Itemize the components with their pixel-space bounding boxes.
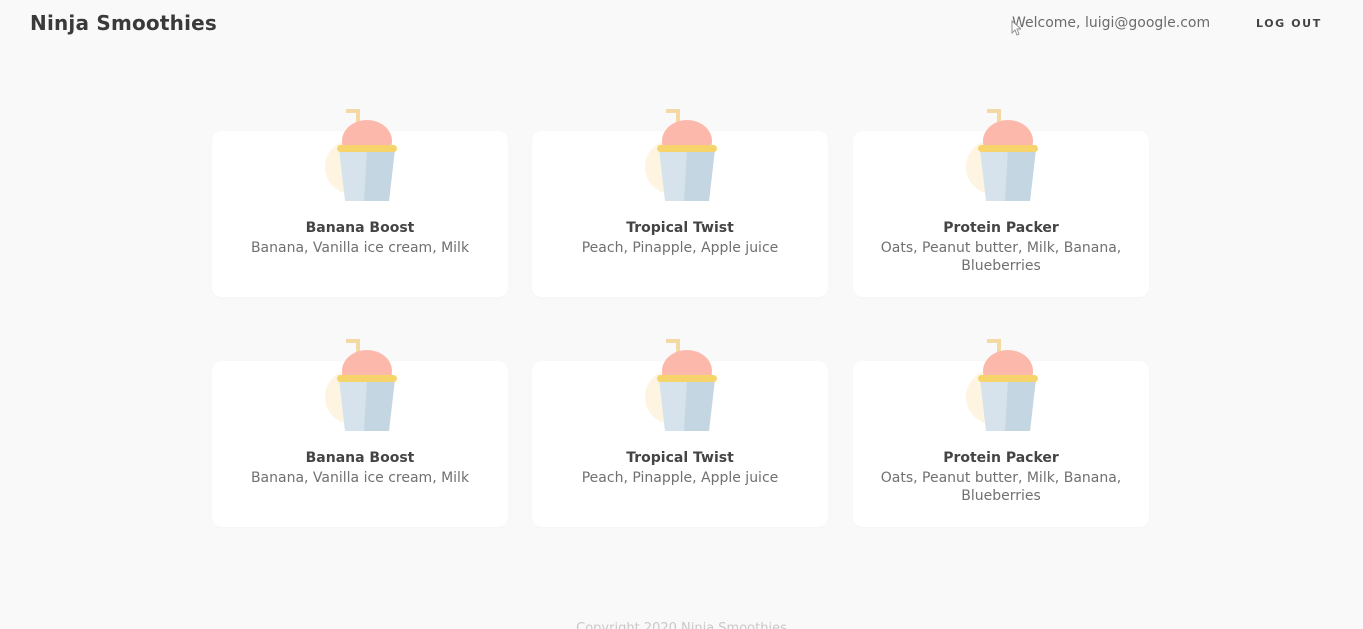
smoothie-title: Tropical Twist [626,220,734,236]
smoothie-card[interactable]: Tropical Twist Peach, Pinapple, Apple ju… [532,339,828,527]
smoothie-ingredients: Oats, Peanut butter, Milk, Banana, Blueb… [880,240,1122,274]
smoothie-ingredients: Banana, Vanilla ice cream, Milk [250,470,470,486]
smoothie-card[interactable]: Protein Packer Oats, Peanut butter, Milk… [853,339,1149,527]
smoothie-title: Protein Packer [943,450,1059,466]
smoothie-card[interactable]: Banana Boost Banana, Vanilla ice cream, … [212,339,508,527]
smoothie-title: Banana Boost [305,220,415,236]
smoothie-ingredients: Peach, Pinapple, Apple juice [581,240,779,256]
smoothie-cup-icon [325,339,397,431]
smoothie-grid: Banana Boost Banana, Vanilla ice cream, … [212,107,1149,527]
smoothie-card[interactable]: Tropical Twist Peach, Pinapple, Apple ju… [532,109,828,297]
smoothie-ingredients: Oats, Peanut butter, Milk, Banana, Blueb… [880,470,1122,504]
smoothie-cup-icon [966,109,1038,201]
smoothie-ingredients: Peach, Pinapple, Apple juice [581,470,779,486]
smoothie-card[interactable]: Protein Packer Oats, Peanut butter, Milk… [853,109,1149,297]
navbar: Ninja Smoothies Welcome, luigi@google.co… [0,0,1363,48]
smoothie-title: Protein Packer [943,220,1059,236]
brand-logo-text[interactable]: Ninja Smoothies [30,11,217,35]
smoothie-cup-icon [645,339,717,431]
footer-copyright: Copyright 2020 Ninja Smoothies [576,621,787,629]
logout-button[interactable]: LOG OUT [1256,17,1322,30]
smoothie-title: Tropical Twist [626,450,734,466]
smoothie-card[interactable]: Banana Boost Banana, Vanilla ice cream, … [212,109,508,297]
mouse-pointer-icon [1011,20,1021,36]
smoothie-cup-icon [966,339,1038,431]
smoothie-cup-icon [325,109,397,201]
welcome-text: Welcome, luigi@google.com [1012,15,1211,31]
smoothie-title: Banana Boost [305,450,415,466]
smoothie-cup-icon [645,109,717,201]
smoothie-ingredients: Banana, Vanilla ice cream, Milk [250,240,470,256]
